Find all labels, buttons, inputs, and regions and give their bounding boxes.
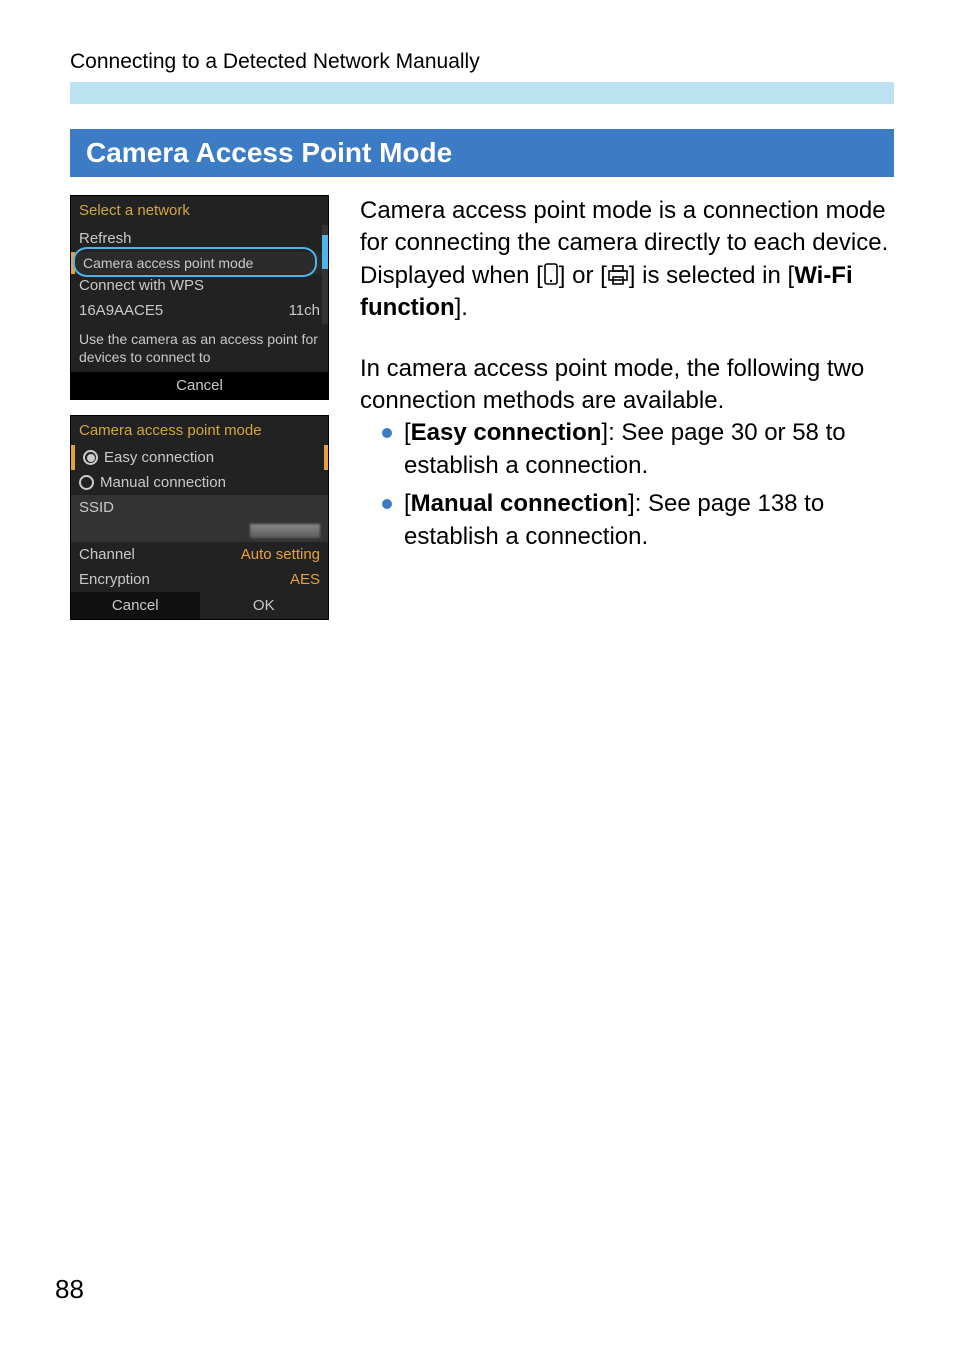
bullet-dot-icon — [382, 428, 392, 438]
para1b-mid: ] or [ — [559, 262, 607, 289]
cam1-scrollbar-thumb[interactable] — [322, 235, 328, 269]
smartphone-icon — [543, 263, 559, 285]
cam1-camera-ap-row[interactable]: Camera access point mode — [71, 252, 328, 274]
cam1-network-item[interactable]: 16A9AACE5 11ch — [71, 297, 328, 324]
printer-icon — [607, 265, 629, 285]
cam1-refresh[interactable]: Refresh — [71, 225, 328, 252]
b1-bold: Easy connection — [411, 419, 602, 446]
cam2-easy-label: Easy connection — [104, 449, 214, 466]
cam2-ssid-row: SSID — [71, 495, 328, 520]
cam1-hint: Use the camera as an access point for de… — [71, 324, 328, 372]
para1b-post: ] is selected in [ — [629, 262, 794, 289]
body-para1: Camera access point mode is a connection… — [360, 195, 894, 325]
cam2-ssid-label: SSID — [79, 499, 114, 516]
cam2-channel-label: Channel — [79, 546, 135, 563]
bullet-manual-connection: [Manual connection]: See page 138 to est… — [382, 488, 894, 553]
radio-unselected-icon — [79, 475, 94, 490]
cam2-channel-value: Auto setting — [241, 546, 320, 563]
cam2-cancel-button[interactable]: Cancel — [71, 592, 200, 619]
header-blue-bar — [70, 82, 894, 104]
cam1-network-channel: 11ch — [289, 302, 320, 319]
section-heading: Camera Access Point Mode — [70, 129, 894, 177]
b2-pre: [ — [404, 490, 411, 517]
para1b-pre: Displayed when [ — [360, 262, 543, 289]
cam2-ok-button[interactable]: OK — [200, 592, 329, 619]
cam1-title: Select a network — [71, 196, 328, 225]
cam1-wps-label: Connect with WPS — [79, 277, 204, 294]
cam2-ssid-blurred-value — [250, 524, 320, 538]
body-para2: In camera access point mode, the followi… — [360, 353, 894, 418]
cam2-enc-value: AES — [290, 571, 320, 588]
bullet-dot-icon — [382, 499, 392, 509]
b1-pre: [ — [404, 419, 411, 446]
cam2-title: Camera access point mode — [71, 416, 328, 445]
cam1-network-ssid: 16A9AACE5 — [79, 302, 163, 319]
para1a: Camera access point mode is a connection… — [360, 197, 888, 256]
cam2-easy-connection[interactable]: Easy connection — [71, 445, 328, 470]
b2-bold: Manual connection — [411, 490, 628, 517]
cam2-manual-label: Manual connection — [100, 474, 226, 491]
cam2-enc-label: Encryption — [79, 571, 150, 588]
breadcrumb: Connecting to a Detected Network Manuall… — [70, 50, 894, 74]
cam2-channel-row: Channel Auto setting — [71, 542, 328, 567]
cam1-camera-ap-label: Camera access point mode — [71, 252, 328, 274]
cam2-encryption-row: Encryption AES — [71, 567, 328, 592]
cam2-ssid-value-row — [71, 520, 328, 542]
cam1-refresh-label: Refresh — [79, 230, 132, 247]
cam2-manual-connection[interactable]: Manual connection — [71, 470, 328, 495]
radio-selected-icon — [83, 450, 98, 465]
cam1-cancel-button[interactable]: Cancel — [71, 372, 328, 399]
page-number: 88 — [55, 1274, 84, 1305]
camera-ui-access-point-mode: Camera access point mode Easy connection… — [70, 415, 329, 620]
para1b-end: ]. — [455, 294, 468, 321]
bullet-easy-connection: [Easy connection]: See page 30 or 58 to … — [382, 417, 894, 482]
cam1-wps[interactable]: Connect with WPS — [71, 274, 328, 297]
camera-ui-select-network: Select a network Refresh Camera access p… — [70, 195, 329, 400]
